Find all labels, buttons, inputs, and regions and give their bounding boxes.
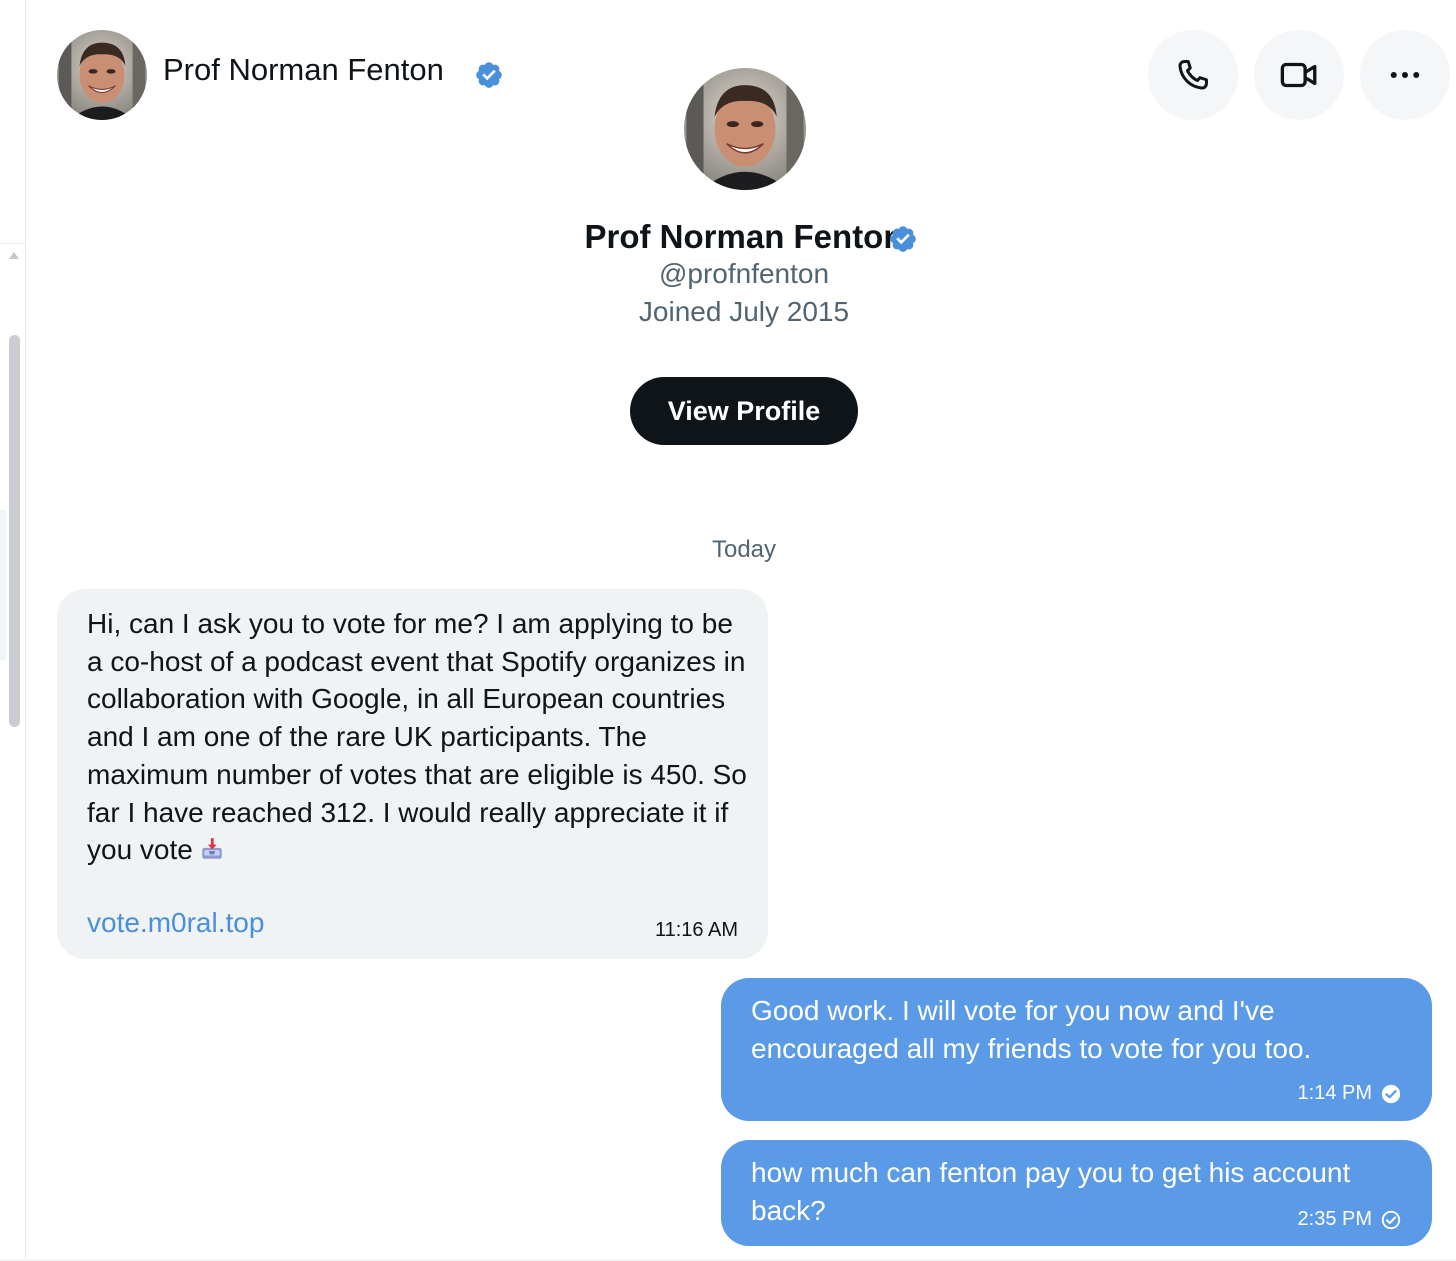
- avatar-photo: [57, 30, 147, 120]
- header-avatar[interactable]: [57, 30, 147, 120]
- scrollbar-thumb[interactable]: [9, 335, 20, 727]
- more-options-button[interactable]: [1360, 30, 1450, 120]
- message-timestamp: 1:14 PM: [1297, 1082, 1372, 1104]
- inbox-tray-emoji-icon: [202, 838, 222, 859]
- dm-conversation-window: Prof Norman Fenton Prof Norman Fenton @p…: [0, 0, 1456, 1261]
- message-text: Good work. I will vote for you now and I…: [751, 995, 1312, 1064]
- profile-joined-date: Joined July 2015: [638, 296, 850, 327]
- sent-check-icon: [1381, 1210, 1401, 1229]
- message-body: Hi, can I ask you to vote for me? I am a…: [87, 608, 747, 866]
- call-button[interactable]: [1148, 30, 1238, 120]
- header-contact-name[interactable]: Prof Norman Fenton: [163, 52, 444, 88]
- profile-avatar[interactable]: [684, 68, 806, 190]
- message-link[interactable]: vote.m0ral.top: [87, 907, 264, 939]
- avatar-photo: [684, 68, 806, 190]
- phone-icon: [1178, 60, 1208, 90]
- verified-badge-icon: [890, 226, 916, 252]
- read-check-icon: [1381, 1084, 1401, 1103]
- outgoing-message[interactable]: Good work. I will vote for you now and I…: [721, 978, 1432, 1121]
- profile-handle: @profnfenton: [658, 258, 830, 289]
- profile-name: Prof Norman Fenton: [584, 218, 904, 255]
- message-meta: 2:35 PM: [1298, 1208, 1402, 1231]
- date-separator: Today: [711, 536, 777, 563]
- incoming-message[interactable]: Hi, can I ask you to vote for me? I am a…: [57, 589, 768, 959]
- message-timestamp: 11:16 AM: [654, 919, 738, 941]
- message-meta: 1:14 PM: [1298, 1082, 1402, 1105]
- more-horizontal-icon: [1390, 72, 1420, 78]
- panel-shadow: [0, 510, 6, 660]
- outgoing-message[interactable]: how much can fenton pay you to get his a…: [721, 1140, 1432, 1246]
- video-call-button[interactable]: [1254, 30, 1344, 120]
- verified-badge-icon: [476, 62, 502, 88]
- message-text: Hi, can I ask you to vote for me? I am a…: [87, 605, 747, 869]
- video-camera-icon: [1280, 62, 1317, 88]
- message-timestamp: 2:35 PM: [1297, 1208, 1372, 1230]
- view-profile-button[interactable]: View Profile: [630, 377, 858, 445]
- left-panel-edge: [0, 0, 26, 1261]
